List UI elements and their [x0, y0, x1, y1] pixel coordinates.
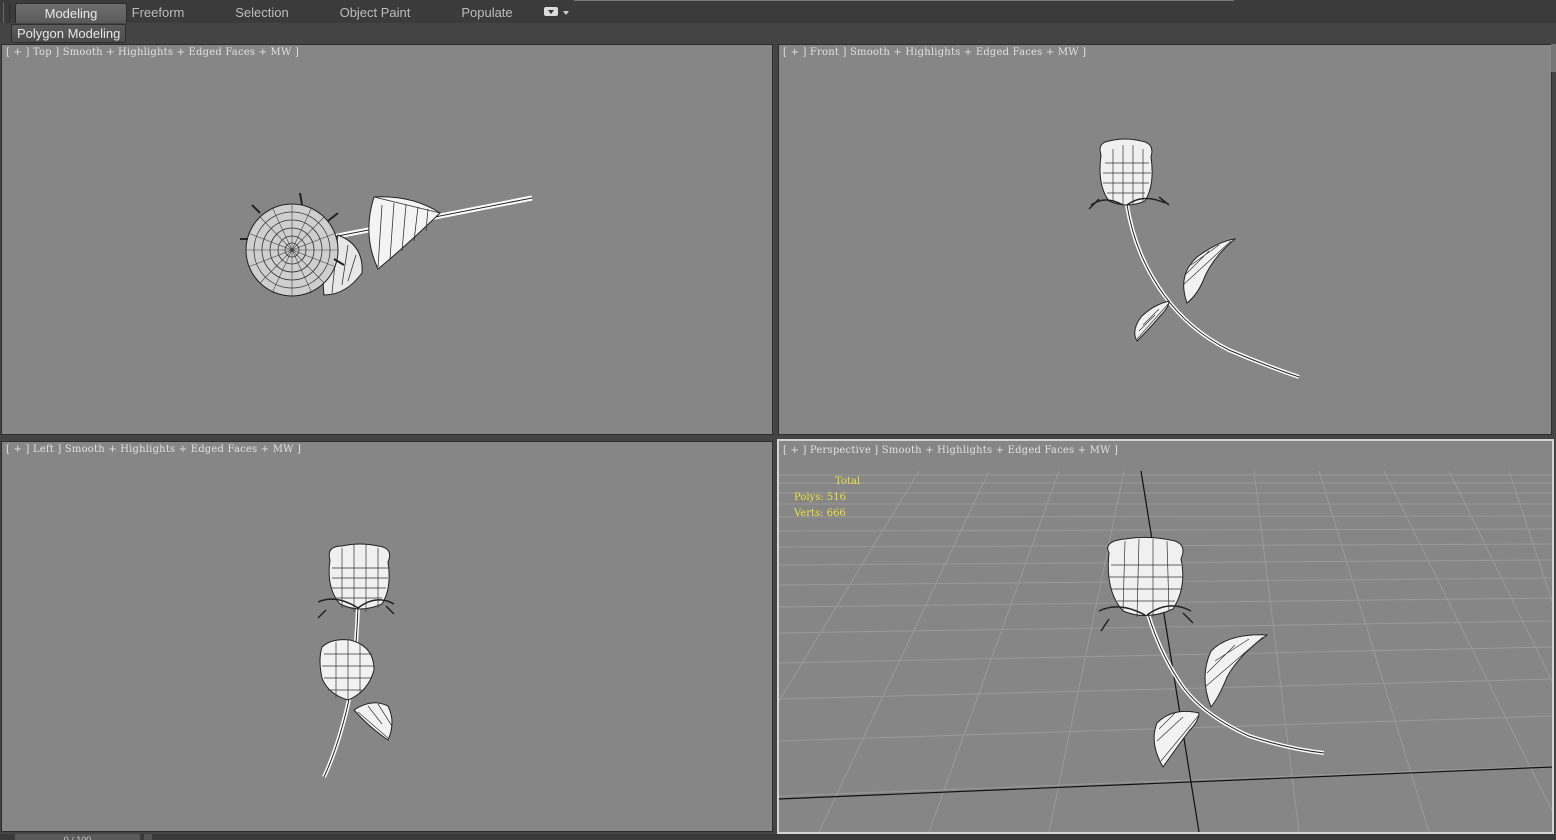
ribbon-divider	[574, 0, 1234, 1]
tab-populate[interactable]: Populate	[452, 3, 522, 22]
viewport-left[interactable]: [ + ] Left ] Smooth + Highlights + Edged…	[1, 441, 773, 832]
tab-object-paint[interactable]: Object Paint	[330, 3, 420, 22]
stats-verts: Verts: 666	[794, 508, 846, 519]
ribbon-tab-bar: Modeling Freeform Selection Object Paint…	[0, 0, 1556, 41]
viewport-perspective[interactable]: [ + ] Perspective ] Smooth + Highlights …	[777, 439, 1554, 834]
ribbon-sub-bar: Polygon Modeling	[0, 23, 1556, 43]
viewport-top[interactable]: [ + ] Top ] Smooth + Highlights + Edged …	[1, 44, 773, 435]
polygon-modeling-button[interactable]: Polygon Modeling	[11, 24, 127, 43]
chevron-down-icon[interactable]	[563, 11, 569, 15]
rose-model-left-view	[317, 543, 395, 778]
ribbon-scrollbar[interactable]	[1551, 44, 1556, 72]
rose-model-front-view	[1088, 138, 1300, 379]
tab-freeform[interactable]: Freeform	[118, 3, 198, 22]
stats-total-label: Total	[835, 476, 861, 487]
tab-selection[interactable]: Selection	[222, 3, 302, 22]
stats-polys: Polys: 516	[794, 492, 846, 503]
ribbon-options-icon[interactable]	[544, 7, 558, 16]
viewport-front[interactable]: [ + ] Front ] Smooth + Highlights + Edge…	[778, 44, 1552, 435]
rose-model-top-view	[240, 192, 533, 297]
tab-modeling[interactable]: Modeling	[15, 3, 127, 23]
perspective-grid-and-rose	[779, 470, 1552, 832]
time-slider-next-button[interactable]	[144, 834, 152, 840]
time-slider-bar: 0 / 100	[0, 834, 1556, 840]
time-slider[interactable]: 0 / 100	[15, 834, 140, 840]
home-grid	[779, 470, 1552, 832]
